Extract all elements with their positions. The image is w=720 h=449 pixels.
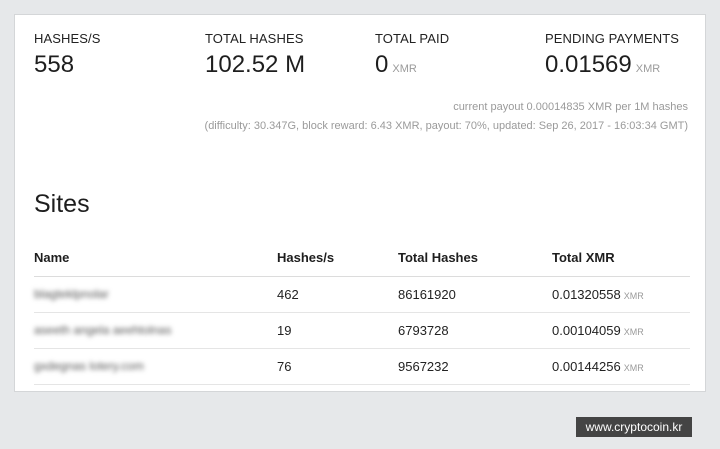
site-name: aseeth angela aeehtolnas: [34, 323, 172, 337]
site-total-hashes: 9567232: [398, 359, 449, 374]
xmr-unit: XMR: [623, 363, 644, 373]
site-name: gxdegnas lotery.com: [34, 359, 144, 373]
site-hashes: 76: [277, 359, 292, 374]
stat-total-paid: TOTAL PAID 0 XMR: [375, 31, 449, 79]
payout-rate-text: current payout 0.00014835 XMR per 1M has…: [453, 101, 688, 113]
stat-hashes-per-second: HASHES/S 558: [34, 31, 101, 79]
column-header-total-xmr: Total XMR: [552, 250, 615, 265]
stat-pending-payments: PENDING PAYMENTS 0.01569 XMR: [545, 31, 679, 79]
table-row: aseeth angela aeehtolnas 19 6793728 0.00…: [34, 313, 690, 349]
stat-value: 0.01569 XMR: [545, 51, 661, 78]
stat-value: 102.52 M: [205, 51, 306, 78]
column-header-name: Name: [34, 250, 70, 265]
stat-value: 558: [34, 51, 75, 78]
sites-table: Name Hashes/s Total Hashes Total XMR bla…: [34, 243, 690, 385]
site-total-hashes: 6793728: [398, 323, 449, 338]
watermark: www.cryptocoin.kr: [576, 417, 692, 437]
site-total-hashes: 86161920: [398, 287, 456, 302]
stat-label: TOTAL PAID: [375, 31, 450, 46]
stat-label: PENDING PAYMENTS: [545, 31, 680, 46]
sites-heading: Sites: [34, 190, 90, 218]
xmr-unit: XMR: [623, 327, 644, 337]
site-total-xmr: 0.00104059 XMR: [552, 323, 644, 338]
xmr-unit: XMR: [623, 291, 644, 301]
stat-unit: XMR: [392, 63, 417, 75]
table-row: blagteklpnolar 462 86161920 0.01320558 XM…: [34, 277, 690, 313]
column-header-total-hashes: Total Hashes: [398, 250, 478, 265]
site-total-xmr: 0.00144256 XMR: [552, 359, 644, 374]
column-header-hashes: Hashes/s: [277, 250, 335, 265]
table-header: Name Hashes/s Total Hashes Total XMR: [34, 243, 690, 277]
dashboard-card: HASHES/S 558 TOTAL HASHES 102.52 M TOTAL…: [14, 14, 706, 392]
stat-label: HASHES/S: [34, 31, 101, 46]
site-name: blagteklpnolar: [34, 287, 109, 301]
stat-label: TOTAL HASHES: [205, 31, 304, 46]
stat-value: 0 XMR: [375, 51, 417, 78]
pool-details-text: (difficulty: 30.347G, block reward: 6.43…: [204, 120, 688, 132]
table-row: gxdegnas lotery.com 76 9567232 0.0014425…: [34, 349, 690, 385]
site-hashes: 462: [277, 287, 299, 302]
site-hashes: 19: [277, 323, 292, 338]
site-total-xmr: 0.01320558 XMR: [552, 287, 644, 302]
stat-unit: XMR: [635, 63, 661, 75]
stat-total-hashes: TOTAL HASHES 102.52 M: [205, 31, 305, 79]
